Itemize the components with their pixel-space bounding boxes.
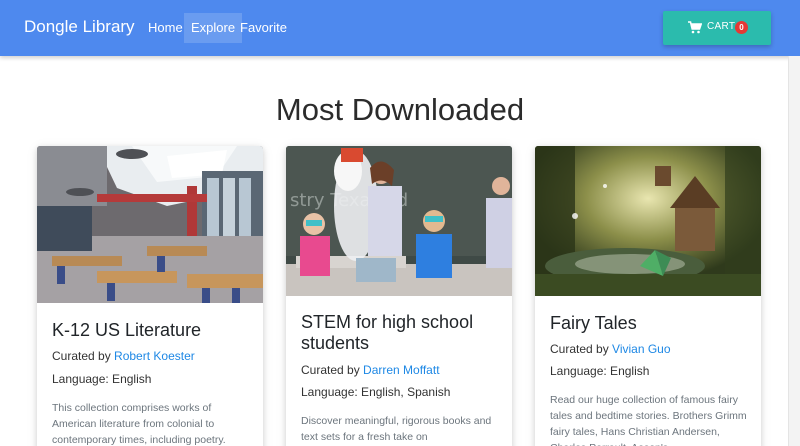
card-description: Discover meaningful, rigorous books and …	[301, 415, 492, 443]
collection-card-stem[interactable]: stry Texas.ed STEM for high school stude…	[286, 146, 512, 446]
nav-home[interactable]: Home	[141, 13, 190, 43]
card-language: Language: English	[550, 364, 650, 378]
card-title: STEM for high school students	[301, 312, 474, 353]
nav-favorite[interactable]: Favorite	[233, 13, 294, 43]
cart-button[interactable]: CART 0	[663, 11, 771, 45]
curator-link[interactable]: Darren Moffatt	[363, 363, 439, 377]
library-interior-image	[37, 146, 263, 303]
card-language: Language: English, Spanish	[301, 385, 451, 399]
curator-link[interactable]: Vivian Guo	[612, 342, 670, 356]
section-title: Most Downloaded	[275, 92, 525, 127]
card-description: Read our huge collection of famous fairy…	[550, 394, 747, 446]
collection-card-k12-literature[interactable]: K-12 US Literature Curated by Robert Koe…	[37, 146, 263, 446]
card-title: K-12 US Literature	[52, 320, 202, 340]
brand-logo[interactable]: Dongle Library	[24, 17, 135, 37]
cart-count-badge: 0	[735, 21, 748, 34]
curated-by-label: Curated by	[301, 363, 360, 377]
card-title: Fairy Tales	[550, 313, 637, 333]
fairy-forest-image	[535, 146, 761, 296]
shopping-cart-icon	[688, 21, 703, 39]
card-curator-line: Curated by Vivian Guo	[550, 342, 671, 356]
card-language: Language: English	[52, 372, 152, 386]
curated-by-label: Curated by	[52, 349, 111, 363]
card-description: This collection comprises works of Ameri…	[52, 402, 226, 446]
card-curator-line: Curated by Robert Koester	[52, 349, 195, 363]
science-classroom-image: stry Texas.ed	[286, 146, 512, 296]
collection-card-fairy-tales[interactable]: Fairy Tales Curated by Vivian Guo Langua…	[535, 146, 761, 446]
navbar: Dongle Library Home Explore Favorite CAR…	[0, 0, 800, 56]
curated-by-label: Curated by	[550, 342, 609, 356]
cart-label: CART	[707, 21, 736, 32]
card-curator-line: Curated by Darren Moffatt	[301, 363, 440, 377]
curator-link[interactable]: Robert Koester	[114, 349, 195, 363]
